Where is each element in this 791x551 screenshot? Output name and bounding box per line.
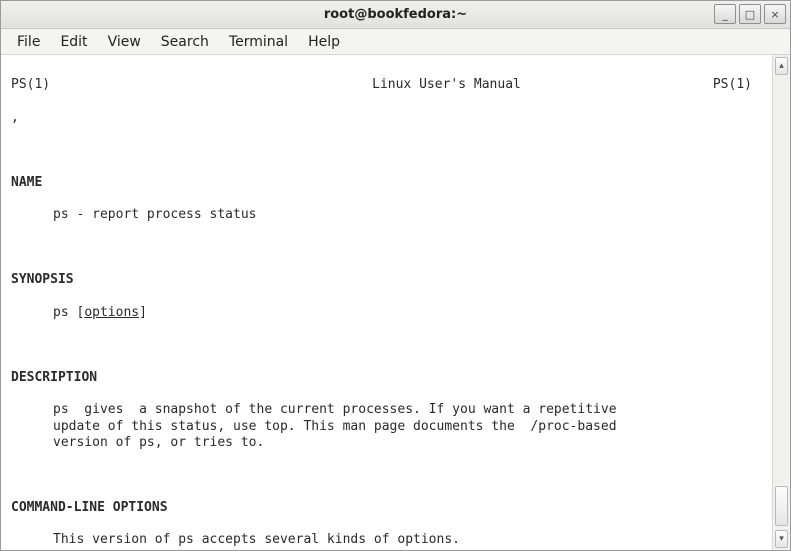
- close-button[interactable]: ×: [764, 4, 786, 24]
- terminal-output[interactable]: PS(1)Linux User's ManualPS(1) , NAME ps …: [1, 55, 772, 550]
- scroll-down-button[interactable]: ▾: [775, 530, 788, 548]
- menu-file[interactable]: File: [7, 31, 50, 53]
- section-name: NAME: [11, 175, 762, 191]
- man-header-center: Linux User's Manual: [211, 77, 682, 93]
- scroll-track[interactable]: [773, 77, 790, 528]
- section-description: DESCRIPTION: [11, 370, 762, 386]
- content-area: PS(1)Linux User's ManualPS(1) , NAME ps …: [1, 55, 790, 550]
- window-controls: _ □ ×: [714, 4, 786, 24]
- menu-view[interactable]: View: [98, 31, 151, 53]
- chevron-down-icon: ▾: [779, 534, 784, 544]
- synopsis-options: options: [84, 305, 139, 320]
- terminal-window: root@bookfedora:~ _ □ × File Edit View S…: [0, 0, 791, 551]
- minimize-button[interactable]: _: [714, 4, 736, 24]
- synopsis-text: ps [options]: [11, 305, 762, 321]
- menu-help[interactable]: Help: [298, 31, 350, 53]
- maximize-icon: □: [745, 8, 755, 21]
- menubar: File Edit View Search Terminal Help: [1, 29, 790, 55]
- window-title: root@bookfedora:~: [1, 7, 790, 22]
- man-header-right: PS(1): [682, 77, 762, 93]
- synopsis-ps: ps [: [53, 305, 84, 320]
- name-text: ps - report process status: [11, 207, 762, 223]
- scroll-up-button[interactable]: ▴: [775, 57, 788, 75]
- menu-edit[interactable]: Edit: [50, 31, 97, 53]
- man-header-row: PS(1)Linux User's ManualPS(1): [11, 77, 762, 93]
- menu-terminal[interactable]: Terminal: [219, 31, 298, 53]
- scroll-thumb[interactable]: [775, 486, 788, 526]
- section-command-line-options: COMMAND-LINE OPTIONS: [11, 500, 762, 516]
- minimize-icon: _: [722, 8, 728, 21]
- man-header-left: PS(1): [11, 77, 211, 93]
- description-text: ps gives a snapshot of the current proce…: [11, 402, 631, 451]
- menu-search[interactable]: Search: [151, 31, 219, 53]
- maximize-button[interactable]: □: [739, 4, 761, 24]
- close-icon: ×: [770, 8, 779, 21]
- synopsis-close: ]: [139, 305, 147, 320]
- vertical-scrollbar[interactable]: ▴ ▾: [772, 55, 790, 550]
- section-synopsis: SYNOPSIS: [11, 272, 762, 288]
- man-stray-comma: ,: [11, 110, 762, 126]
- titlebar: root@bookfedora:~ _ □ ×: [1, 1, 790, 29]
- chevron-up-icon: ▴: [779, 61, 784, 71]
- cmd-line-1: This version of ps accepts several kinds…: [11, 532, 762, 548]
